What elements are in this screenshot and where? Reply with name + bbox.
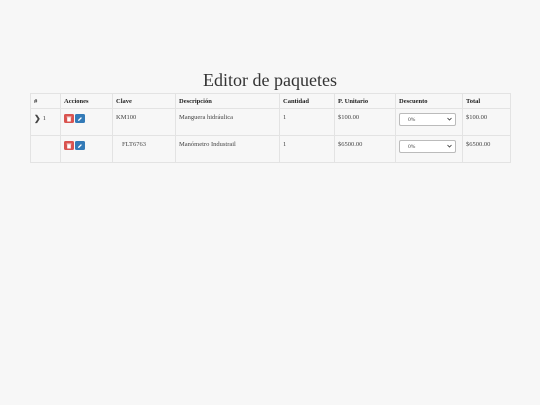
col-unit-price: P. Unitario xyxy=(334,93,396,109)
table-row: ❯ 1 KM100 Manguera hidráulica 1 $100.00 0… xyxy=(30,108,511,136)
col-description: Descripción xyxy=(175,93,280,109)
discount-value: 0% xyxy=(408,117,416,123)
page-title: Editor de paquetes xyxy=(203,70,337,90)
col-actions: Acciones xyxy=(60,93,113,109)
table-row: FLT6763 Manómetro Industrail 1 $6500.00 … xyxy=(30,135,511,163)
edit-button[interactable] xyxy=(75,114,85,123)
col-number: # xyxy=(30,93,61,109)
row-number-cell: ❯ 1 xyxy=(30,108,61,136)
unit-price-cell: $100.00 xyxy=(334,108,396,136)
total-cell: $100.00 xyxy=(462,108,511,136)
row-number: 1 xyxy=(42,114,46,122)
quantity-cell: 1 xyxy=(279,108,335,136)
row-actions xyxy=(60,135,113,163)
discount-cell: 0% xyxy=(395,135,463,163)
chevron-right-icon[interactable]: ❯ xyxy=(34,114,41,123)
pencil-icon xyxy=(78,143,82,148)
col-total: Total xyxy=(462,93,511,109)
trash-icon xyxy=(66,116,72,121)
delete-button[interactable] xyxy=(64,114,74,123)
discount-cell: 0% xyxy=(395,108,463,136)
row-number-cell xyxy=(30,135,61,163)
description-cell: Manguera hidráulica xyxy=(175,108,280,136)
pencil-icon xyxy=(78,116,82,121)
discount-select[interactable]: 0% xyxy=(399,140,456,153)
code-cell: FLT6763 xyxy=(112,135,176,163)
unit-price-cell: $6500.00 xyxy=(334,135,396,163)
code-cell: KM100 xyxy=(112,108,176,136)
col-quantity: Cantidad xyxy=(279,93,335,109)
col-discount: Descuento xyxy=(395,93,463,109)
chevron-down-icon xyxy=(447,144,452,148)
code-value: FLT6763 xyxy=(122,141,146,148)
chevron-down-icon xyxy=(447,117,452,121)
quantity-cell: 1 xyxy=(279,135,335,163)
trash-icon xyxy=(66,143,72,148)
col-code: Clave xyxy=(112,93,176,109)
total-cell: $6500.00 xyxy=(462,135,511,163)
description-cell: Manómetro Industrail xyxy=(175,135,280,163)
discount-select[interactable]: 0% xyxy=(399,113,456,126)
package-table: # Acciones Clave Descripción Cantidad P.… xyxy=(30,93,511,163)
table-header-row: # Acciones Clave Descripción Cantidad P.… xyxy=(30,93,511,109)
edit-button[interactable] xyxy=(75,141,85,150)
delete-button[interactable] xyxy=(64,141,74,150)
discount-value: 0% xyxy=(408,144,416,150)
row-actions xyxy=(60,108,113,136)
